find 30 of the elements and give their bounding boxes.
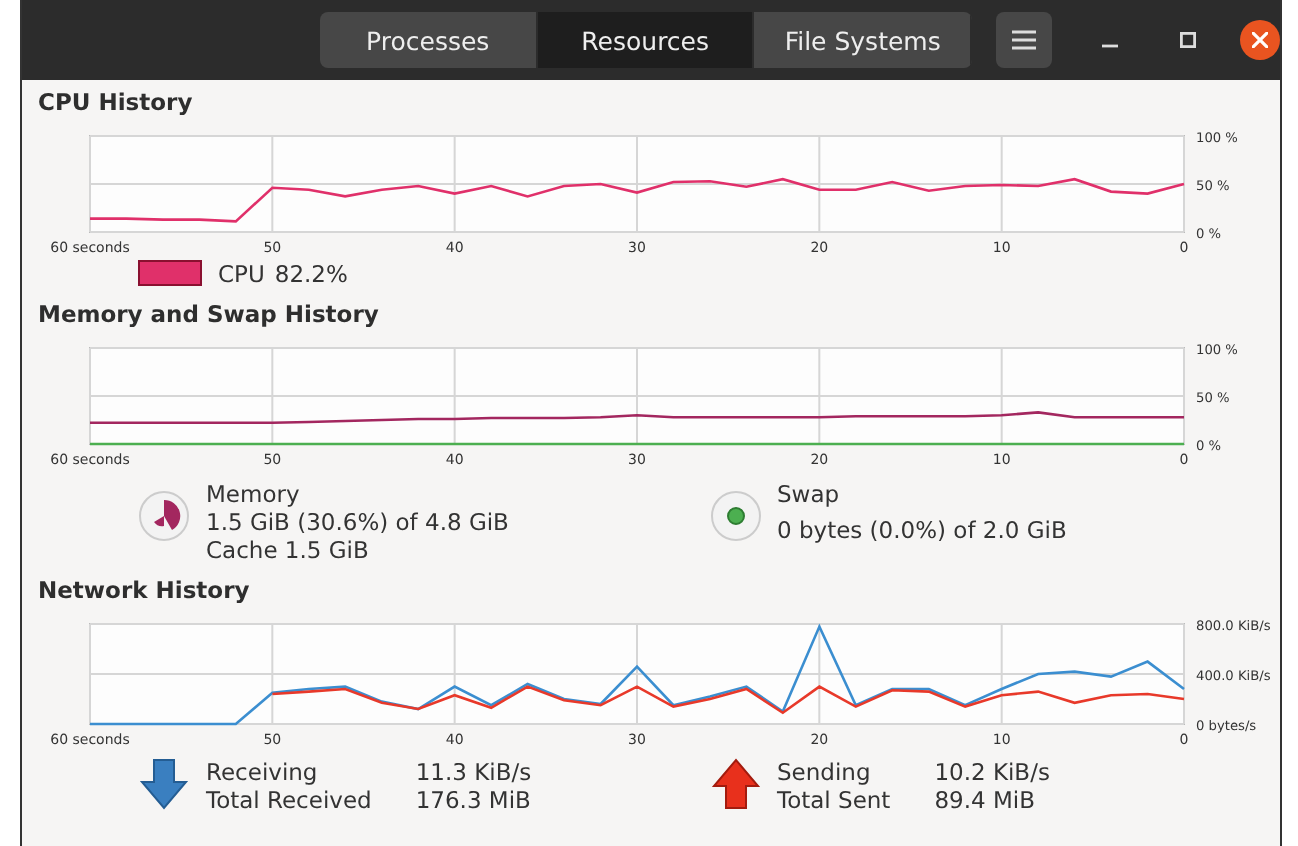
- section-title: Network History: [38, 576, 252, 608]
- legend-label: CPU: [218, 260, 265, 288]
- menu-icon: [1012, 30, 1037, 50]
- maximize-icon: [1180, 32, 1197, 48]
- usage-text: 0 bytes (0.0%) of 2.0 GiB: [777, 516, 1067, 544]
- usage-text: 1.5 GiB (30.6%) of 4.8 GiB: [206, 508, 509, 536]
- legend-label: Swap: [777, 480, 842, 508]
- total-value: 176.3 MiB: [415, 786, 532, 814]
- legend-label: Memory: [206, 480, 302, 508]
- total-value: 89.4 MiB: [934, 786, 1037, 814]
- menu-button[interactable]: [996, 12, 1053, 68]
- legend-label: Receiving: [206, 758, 320, 786]
- total-label: Total Received: [206, 786, 372, 814]
- rate-value: 10.2 KiB/s: [934, 758, 1050, 786]
- tab[interactable]: Processes: [320, 12, 538, 68]
- tab[interactable]: Resources: [537, 12, 755, 68]
- tab[interactable]: File Systems: [754, 12, 973, 68]
- total-label: Total Sent: [777, 786, 891, 814]
- close-button[interactable]: [1240, 20, 1280, 60]
- section-title: CPU History: [38, 88, 195, 120]
- section-title: Memory and Swap History: [38, 300, 381, 332]
- pie-icon: [138, 490, 190, 542]
- close-icon: [1252, 32, 1269, 48]
- legend-label: Sending: [777, 758, 873, 786]
- up-arrow-icon: [709, 758, 761, 810]
- legend-value: 82.2%: [274, 260, 348, 288]
- usage-text: Cache 1.5 GiB: [206, 536, 371, 564]
- rate-value: 11.3 KiB/s: [415, 758, 532, 786]
- dot-icon: [709, 490, 761, 542]
- down-arrow-icon: [138, 758, 190, 810]
